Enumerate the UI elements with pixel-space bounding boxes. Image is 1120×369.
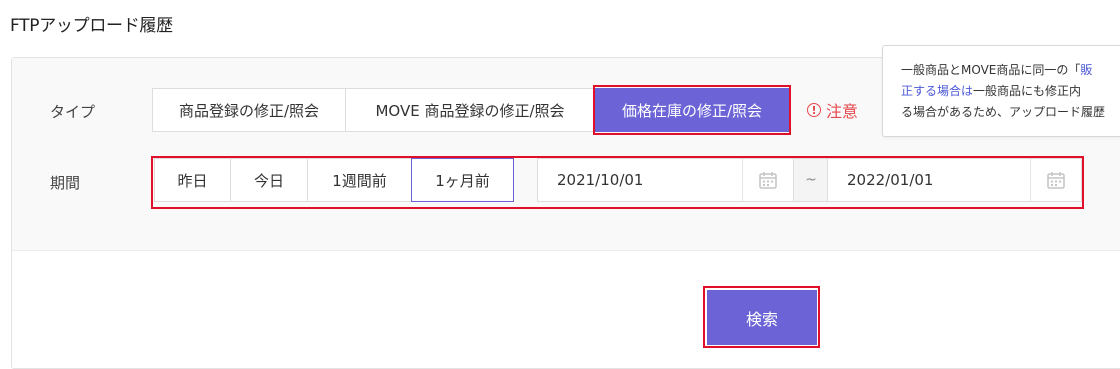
period-option-today[interactable]: 今日 [230,158,308,202]
date-range-separator: ~ [794,158,828,202]
calendar-icon[interactable] [1030,159,1081,201]
tooltip-line-1: 一般商品とMOVE商品に同一の「販 [901,60,1120,81]
start-date-value: 2021/10/01 [557,171,644,189]
search-button[interactable]: 検索 [707,290,817,345]
exclamation-circle-icon: ! [807,103,821,117]
period-option-1month[interactable]: 1ヶ月前 [411,158,514,202]
type-label: タイプ [50,103,96,121]
period-label: 期間 [50,174,81,192]
page-title: FTPアップロード履歴 [10,16,173,36]
start-date-field[interactable]: 2021/10/01 [537,158,794,202]
end-date-field[interactable]: 2022/01/01 [827,158,1082,202]
notice-label: 注意 [826,102,859,121]
type-option-price-stock-edit[interactable]: 価格在庫の修正/照会 [594,88,790,132]
period-option-1week[interactable]: 1週間前 [307,158,412,202]
type-option-product-edit[interactable]: 商品登録の修正/照会 [152,88,346,132]
end-date-value: 2022/01/01 [847,171,934,189]
notice-link[interactable]: ! 注意 [807,98,858,122]
type-selector: 商品登録の修正/照会 MOVE 商品登録の修正/照会 価格在庫の修正/照会 [152,88,790,132]
tooltip-text-1b: 販 [1080,63,1093,77]
period-quick-selector: 昨日 今日 1週間前 1ヶ月前 [154,158,514,202]
tooltip-text-2b: 一般商品にも修正内 [973,84,1082,98]
notice-tooltip: 一般商品とMOVE商品に同一の「販 正する場合は一般商品にも修正内 る場合がある… [882,45,1120,137]
period-option-yesterday[interactable]: 昨日 [154,158,231,202]
type-option-move-product-edit[interactable]: MOVE 商品登録の修正/照会 [345,88,595,132]
calendar-icon[interactable] [742,159,793,201]
tooltip-line-3: る場合があるため、アップロード履歴 [901,105,1106,119]
tooltip-text-1a: 一般商品とMOVE商品に同一の「 [901,63,1081,77]
tooltip-line-2: 正する場合は一般商品にも修正内 [901,81,1120,102]
tooltip-text-2a: 正する場合は [901,84,974,98]
